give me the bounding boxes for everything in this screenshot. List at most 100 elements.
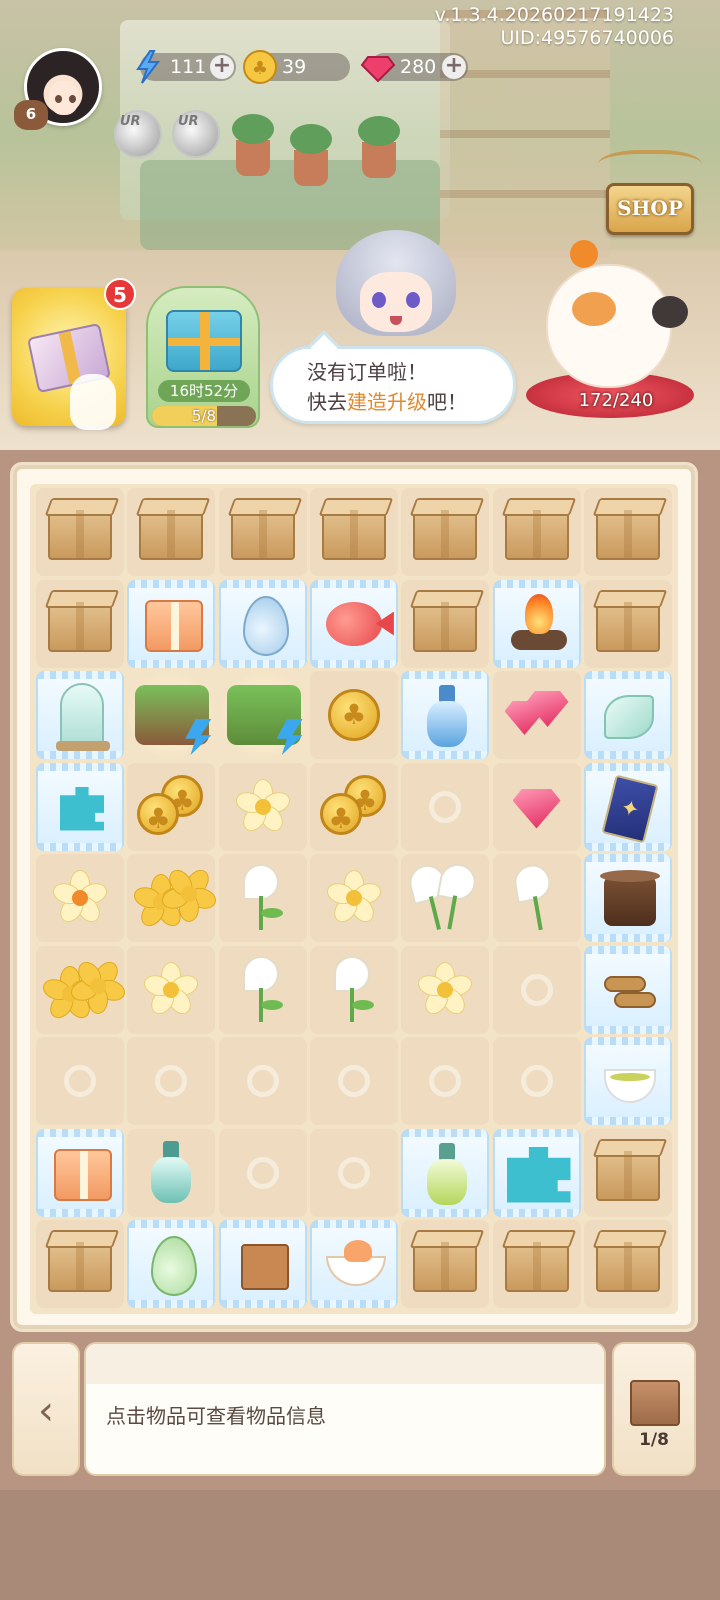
board-cell[interactable] xyxy=(36,1037,124,1125)
board-cell[interactable] xyxy=(218,1220,307,1308)
board-cell[interactable] xyxy=(127,671,216,759)
board-cell[interactable] xyxy=(36,854,124,942)
yellow-flowers-part xyxy=(159,865,220,922)
npc-character[interactable] xyxy=(332,220,460,360)
crate-icon xyxy=(405,584,485,664)
board-cell[interactable] xyxy=(401,1037,490,1125)
board-cell[interactable] xyxy=(36,579,124,668)
board-cell[interactable] xyxy=(401,945,490,1034)
timed-chest-button[interactable]: 16时52分 5/8 xyxy=(146,286,260,428)
lime-bottle-part xyxy=(427,1142,468,1205)
shell-icon xyxy=(590,677,670,757)
board-cell[interactable] xyxy=(218,945,307,1034)
empty-slot-icon xyxy=(246,1065,279,1097)
board-cell[interactable] xyxy=(583,1037,672,1125)
board-cell[interactable] xyxy=(218,1128,307,1217)
board-cell[interactable] xyxy=(309,1037,398,1125)
board-cell[interactable] xyxy=(218,762,307,851)
board-cell[interactable] xyxy=(127,762,216,851)
board-cell[interactable] xyxy=(36,945,128,1034)
cat-teacup-icon xyxy=(316,1226,396,1306)
board-cell[interactable] xyxy=(492,579,581,668)
board-cell[interactable] xyxy=(218,671,307,759)
logs-part xyxy=(603,975,646,992)
board-cell[interactable] xyxy=(492,1128,581,1217)
lightning-icon xyxy=(136,50,161,84)
dialog-line-2: 快去建造升级吧！ xyxy=(307,389,467,415)
board-cell[interactable] xyxy=(583,1128,672,1217)
board-cell[interactable] xyxy=(583,945,672,1034)
calla-lily-2-part xyxy=(532,896,543,931)
board-cell[interactable] xyxy=(401,854,490,942)
board-cell[interactable] xyxy=(583,1220,672,1308)
board-cell[interactable] xyxy=(583,579,672,668)
crate-part xyxy=(595,1148,660,1201)
shop-sign-hanger xyxy=(598,150,702,186)
inventory-button[interactable]: 1/8 xyxy=(612,1342,696,1476)
board-cell[interactable] xyxy=(492,671,581,759)
uid-text: UID:49576740006 xyxy=(500,27,674,49)
board-cell[interactable] xyxy=(401,488,490,576)
crate-part xyxy=(321,508,386,560)
stove-icon xyxy=(590,860,670,940)
board-cell[interactable] xyxy=(401,1128,490,1217)
board-cell[interactable] xyxy=(583,762,672,851)
back-button[interactable]: ‹ xyxy=(12,1342,80,1476)
board-cell[interactable] xyxy=(127,488,216,576)
board-cell[interactable] xyxy=(309,945,398,1034)
board-cell[interactable] xyxy=(36,762,124,851)
board-cell[interactable] xyxy=(309,488,398,576)
board-cell[interactable] xyxy=(583,671,672,759)
board-cell[interactable] xyxy=(492,762,581,851)
white-flower-part xyxy=(324,870,384,927)
board-cell[interactable] xyxy=(127,1037,216,1125)
board-cell[interactable] xyxy=(492,1220,581,1308)
lucky-cat-button[interactable]: 172/240 xyxy=(526,240,694,418)
board-cell[interactable] xyxy=(309,854,398,942)
board-cell[interactable] xyxy=(218,579,307,668)
board-cell[interactable] xyxy=(492,854,581,942)
board-cell[interactable] xyxy=(36,1220,124,1308)
board-cell[interactable] xyxy=(309,762,398,851)
board-cell[interactable] xyxy=(401,579,490,668)
shop-button[interactable]: SHOP xyxy=(606,183,694,235)
board-cell[interactable] xyxy=(218,488,307,576)
board-cell[interactable] xyxy=(127,945,216,1034)
blue-bottle-part xyxy=(427,685,468,747)
board-cell[interactable] xyxy=(127,579,216,668)
add-energy-button[interactable]: + xyxy=(210,55,234,79)
board-cell[interactable] xyxy=(583,488,672,576)
board-cell[interactable] xyxy=(127,854,220,942)
board-cell[interactable] xyxy=(492,1037,581,1125)
ur-badge-2[interactable]: UR xyxy=(172,110,220,158)
giftbox-part xyxy=(54,1148,112,1201)
gift-box-button[interactable] xyxy=(12,288,126,430)
teacup-part xyxy=(603,1069,656,1103)
board-cell[interactable] xyxy=(218,854,307,942)
board-cell[interactable] xyxy=(583,854,672,942)
gold-coin-icon: ♣ xyxy=(243,50,277,84)
ur-badge-1[interactable]: UR xyxy=(114,110,162,158)
ur-badge-label: UR xyxy=(178,114,199,129)
board-cell[interactable] xyxy=(309,579,398,668)
board-cell[interactable] xyxy=(36,1128,124,1217)
board-cell[interactable] xyxy=(401,762,490,851)
fish-icon xyxy=(316,586,396,666)
board-cell[interactable] xyxy=(218,1037,307,1125)
version-info: v.1.3.4.20260217191423 UID:49576740006 xyxy=(435,4,674,50)
board-cell[interactable] xyxy=(309,1220,398,1308)
board-cell[interactable] xyxy=(309,671,398,759)
board-cell[interactable] xyxy=(36,671,124,759)
board-cell[interactable] xyxy=(401,1220,490,1308)
board-cell[interactable] xyxy=(309,1128,398,1217)
board-cell[interactable] xyxy=(492,488,581,576)
calla-lily-part xyxy=(242,864,283,930)
calla-lily-part xyxy=(333,955,374,1022)
board-cell[interactable] xyxy=(127,1220,216,1308)
board-cell[interactable] xyxy=(492,945,581,1034)
board-cell[interactable] xyxy=(36,488,124,576)
board-cell[interactable] xyxy=(401,671,490,759)
add-gems-button[interactable]: + xyxy=(442,55,466,79)
board-cell[interactable] xyxy=(127,1128,216,1217)
crate-icon xyxy=(131,492,211,572)
